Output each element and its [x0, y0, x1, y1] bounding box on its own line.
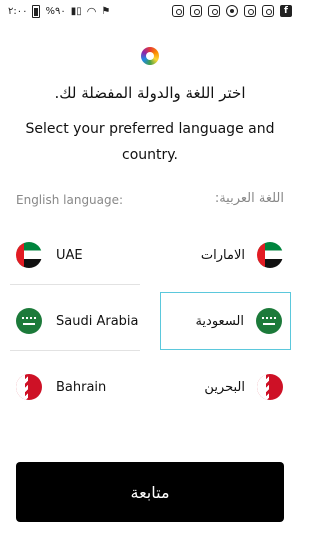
option-arabic-saudi-arabia[interactable]: السعودية: [160, 292, 291, 350]
divider: [10, 350, 140, 351]
instagram-icon: [262, 5, 274, 17]
notification-icons: f: [172, 5, 292, 17]
option-english-uae[interactable]: UAE: [10, 227, 140, 283]
status-bar: ٢:٠٠ %٩٠ ▮▯ ◠ ⚑ f: [0, 0, 300, 22]
country-label: السعودية: [195, 313, 244, 329]
arabic-column-label: اللغة العربية:: [214, 191, 284, 206]
clock: ٢:٠٠: [8, 5, 28, 17]
battery-icon: [32, 4, 41, 18]
country-label: UAE: [56, 247, 83, 263]
divider: [10, 284, 140, 285]
country-label: Saudi Arabia: [56, 313, 139, 329]
rainbow-logo-icon: [141, 47, 159, 65]
title-english: Select your preferred language and count…: [25, 121, 275, 163]
uae-flag-icon: [16, 242, 42, 268]
option-english-saudi-arabia[interactable]: Saudi Arabia: [10, 293, 140, 349]
option-english-bahrain[interactable]: Bahrain: [10, 359, 140, 415]
signal-icon: ▮▯: [70, 5, 82, 17]
bahrain-flag-icon: [16, 374, 42, 400]
country-label: Bahrain: [56, 379, 107, 395]
saudi-flag-icon: [16, 308, 42, 334]
title-arabic: اختر اللغة والدولة المفضلة لك.: [54, 84, 246, 102]
facebook-icon: f: [280, 5, 292, 17]
instagram-icon: [244, 5, 256, 17]
continue-button[interactable]: متابعة: [16, 462, 284, 522]
battery-percent: %٩٠: [45, 5, 66, 17]
uae-flag-icon: [257, 242, 283, 268]
wifi-icon: ◠: [86, 4, 97, 18]
country-label: البحرين: [204, 379, 245, 395]
option-arabic-uae[interactable]: الامارات: [160, 227, 291, 283]
option-arabic-bahrain[interactable]: البحرين: [160, 359, 291, 415]
country-label: الامارات: [200, 247, 245, 263]
instagram-icon: [172, 5, 184, 17]
saudi-flag-icon: [256, 308, 282, 334]
instagram-icon: [208, 5, 220, 17]
flag-icon: ⚑: [101, 5, 111, 17]
bahrain-flag-icon: [257, 374, 283, 400]
english-column-label: English language:: [16, 193, 124, 207]
status-left: ٢:٠٠ %٩٠ ▮▯ ◠ ⚑: [8, 4, 111, 18]
instagram-icon: [190, 5, 202, 17]
chrome-icon: [226, 5, 238, 17]
